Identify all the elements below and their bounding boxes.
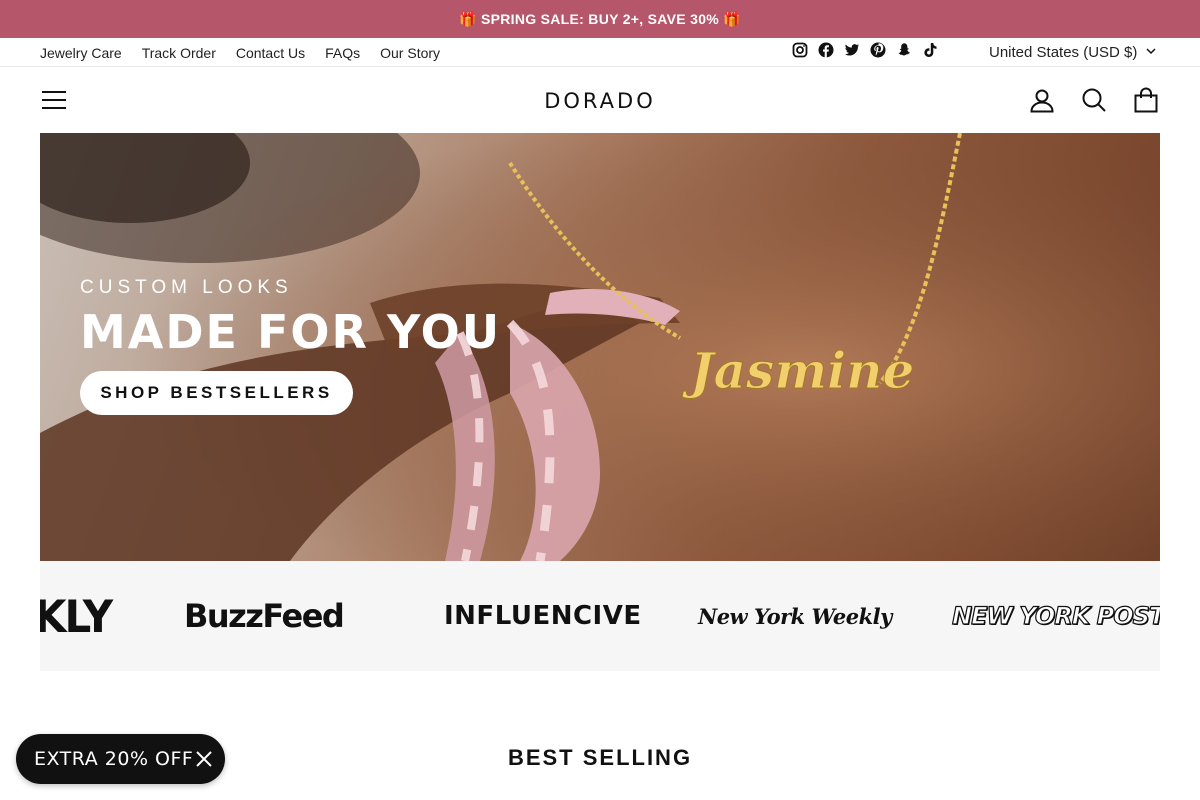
site-header: DORADO (0, 67, 1200, 133)
shop-bestsellers-button[interactable]: SHOP BESTSELLERS (80, 371, 353, 415)
currency-selector[interactable]: United States (USD $) (989, 38, 1157, 67)
twitter-icon[interactable] (844, 42, 860, 58)
hero-subtitle: CUSTOM LOOKS (80, 277, 293, 298)
press-logo-kly: KLY (40, 590, 113, 642)
tiktok-icon[interactable] (922, 42, 938, 58)
search-icon[interactable] (1081, 87, 1107, 113)
nav-link-contact-us[interactable]: Contact Us (236, 45, 305, 61)
press-logo-new-york-post: NEW YORK POST (951, 601, 1160, 630)
currency-label: United States (USD $) (989, 44, 1138, 61)
utility-bar: Jewelry Care Track Order Contact Us FAQs… (0, 38, 1200, 67)
chevron-down-icon (1145, 44, 1157, 61)
nav-link-track-order[interactable]: Track Order (142, 45, 216, 61)
press-logo-buzzfeed: BuzzFeed (184, 597, 345, 635)
snapchat-icon[interactable] (896, 42, 912, 58)
press-logos-strip: KLY BuzzFeed INFLUENCIVE New York Weekly… (40, 561, 1160, 671)
press-logo-new-york-weekly: New York Weekly (698, 603, 892, 629)
facebook-icon[interactable] (818, 42, 834, 58)
extra-discount-button[interactable]: EXTRA 20% OFF (16, 734, 225, 784)
account-icon[interactable] (1029, 87, 1055, 113)
hero-title: MADE FOR YOU (80, 305, 502, 359)
close-icon[interactable] (195, 750, 213, 768)
utility-nav: Jewelry Care Track Order Contact Us FAQs… (40, 38, 440, 67)
promo-label: EXTRA 20% OFF (34, 748, 194, 770)
site-logo[interactable]: DORADO (0, 89, 1200, 113)
instagram-icon[interactable] (792, 42, 808, 58)
hero-banner[interactable]: Jasmine CUSTOM LOOKS MADE FOR YOU SHOP B… (40, 133, 1160, 561)
nav-link-our-story[interactable]: Our Story (380, 45, 440, 61)
press-logo-influencive: INFLUENCIVE (444, 601, 642, 631)
pinterest-icon[interactable] (870, 42, 886, 58)
cart-icon[interactable] (1133, 87, 1159, 113)
nav-link-jewelry-care[interactable]: Jewelry Care (40, 45, 122, 61)
necklace-nameplate: Jasmine (682, 341, 914, 400)
announcement-bar: 🎁 SPRING SALE: BUY 2+, SAVE 30% 🎁 (0, 0, 1200, 38)
social-links (792, 42, 938, 58)
nav-link-faqs[interactable]: FAQs (325, 45, 360, 61)
announcement-text: 🎁 SPRING SALE: BUY 2+, SAVE 30% 🎁 (459, 10, 741, 27)
